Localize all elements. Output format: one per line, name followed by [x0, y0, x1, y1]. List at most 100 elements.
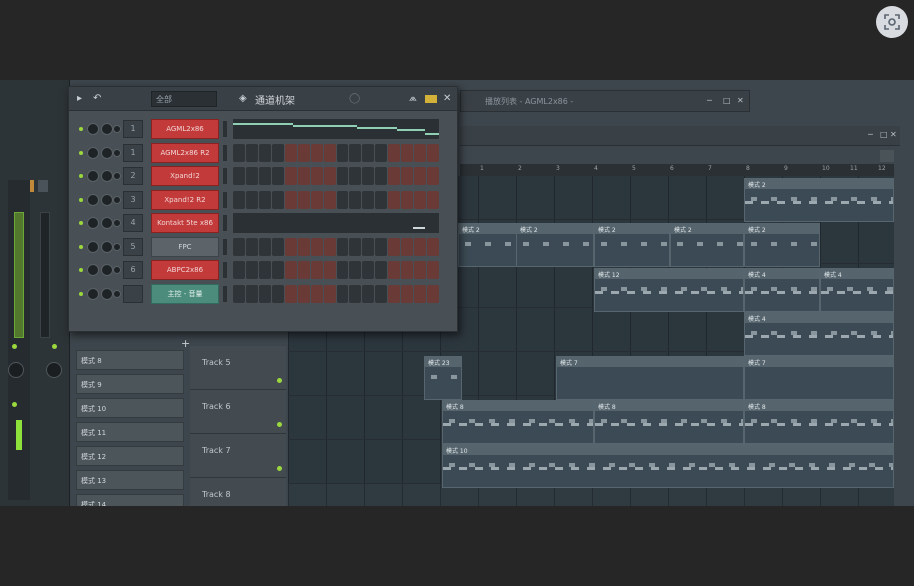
close-icon[interactable]: ✕ [890, 130, 897, 139]
help-icon[interactable]: ◯ [349, 93, 360, 104]
step-button[interactable] [388, 237, 401, 256]
pattern-item[interactable]: 模式 10 [76, 398, 184, 418]
channel-select-bar[interactable] [223, 215, 227, 231]
step-button[interactable] [401, 284, 414, 303]
channel-led-icon[interactable] [79, 291, 83, 296]
close-icon[interactable]: ✕ [737, 96, 744, 105]
mixer-track-number[interactable]: 1 [123, 143, 143, 162]
channel-name-button[interactable]: AGML2x86 [151, 119, 219, 139]
step-button[interactable] [297, 143, 310, 162]
pattern-item[interactable]: 模式 9 [76, 374, 184, 394]
step-button[interactable] [375, 237, 388, 256]
pattern-item[interactable]: 模式 12 [76, 446, 184, 466]
step-button[interactable] [388, 143, 401, 162]
playlist-title-bar[interactable]: 播放列表 - AGML2x86 - ─ □ ✕ [460, 90, 750, 112]
step-button[interactable] [349, 190, 362, 209]
track-header[interactable]: Track 7 [190, 434, 286, 478]
step-sequencer[interactable] [233, 284, 439, 303]
step-button[interactable] [349, 143, 362, 162]
pattern-item[interactable]: 模式 8 [76, 350, 184, 370]
volume-knob[interactable] [101, 170, 113, 182]
channel-row[interactable]: 2 Xpand!2 [77, 166, 449, 186]
step-button[interactable] [233, 190, 245, 209]
step-button[interactable] [310, 190, 323, 209]
track-led-icon[interactable] [277, 378, 282, 383]
step-button[interactable] [297, 261, 310, 279]
step-button[interactable] [336, 237, 349, 256]
channel-led-icon[interactable] [79, 197, 83, 202]
step-button[interactable] [323, 284, 336, 303]
step-button[interactable] [323, 167, 336, 185]
step-button[interactable] [258, 237, 271, 256]
channel-row[interactable]: 6 ABPC2x86 [77, 260, 449, 280]
step-button[interactable] [427, 190, 439, 209]
step-button[interactable] [271, 190, 284, 209]
pattern-clip[interactable]: 模式 2 [744, 178, 894, 222]
step-button[interactable] [349, 237, 362, 256]
step-button[interactable] [284, 190, 297, 209]
step-button[interactable] [362, 190, 375, 209]
step-button[interactable] [245, 143, 258, 162]
channel-led-icon[interactable] [79, 174, 83, 178]
step-button[interactable] [258, 167, 271, 185]
pattern-clip[interactable]: 模式 4 [820, 268, 894, 312]
step-button[interactable] [336, 284, 349, 303]
track-header[interactable]: Track 5 [190, 346, 286, 390]
pattern-clip[interactable]: 模式 8 [744, 400, 894, 444]
channel-select-bar[interactable] [223, 168, 227, 184]
volume-knob[interactable] [101, 287, 113, 300]
channel-fader[interactable] [40, 212, 50, 338]
pan-knob[interactable] [87, 193, 99, 206]
pan-knob[interactable] [87, 170, 99, 182]
mixer-track-knob[interactable] [113, 266, 121, 274]
channel-row[interactable]: 1 AGML2x86 R2 [77, 142, 449, 163]
step-button[interactable] [401, 167, 414, 185]
step-sequencer[interactable] [233, 261, 439, 279]
pattern-clip[interactable]: 模式 8 [594, 400, 744, 444]
step-button[interactable] [284, 261, 297, 279]
menu-arrow-icon[interactable]: ▸ [77, 93, 82, 104]
step-button[interactable] [375, 190, 388, 209]
pattern-clip[interactable]: 模式 2 [744, 223, 820, 267]
mixer-track-number[interactable]: 3 [123, 190, 143, 209]
step-button[interactable] [233, 237, 245, 256]
channel-led-icon[interactable] [79, 221, 83, 225]
channel-name-button[interactable]: AGML2x86 R2 [151, 142, 219, 163]
step-button[interactable] [258, 261, 271, 279]
volume-knob[interactable] [101, 217, 113, 229]
track-header[interactable]: Track 8 [190, 478, 286, 506]
step-button[interactable] [323, 190, 336, 209]
step-button[interactable] [245, 190, 258, 209]
step-button[interactable] [375, 143, 388, 162]
volume-knob[interactable] [101, 193, 113, 206]
step-button[interactable] [323, 261, 336, 279]
step-button[interactable] [233, 284, 245, 303]
minimize-icon[interactable]: ─ [868, 130, 873, 139]
step-button[interactable] [362, 237, 375, 256]
mixer-track-knob[interactable] [113, 195, 121, 204]
mixer-track-number[interactable]: 4 [123, 214, 143, 232]
step-button[interactable] [271, 167, 284, 185]
channel-led-icon[interactable] [79, 150, 83, 155]
pattern-clip[interactable]: 模式 4 [744, 312, 894, 356]
step-button[interactable] [323, 237, 336, 256]
pan-knob[interactable] [87, 123, 99, 135]
pattern-clip[interactable]: 模式 2 [670, 223, 744, 267]
channel-select-bar[interactable] [223, 238, 227, 255]
pattern-clip[interactable]: 模式 2 [594, 223, 670, 267]
undo-icon[interactable]: ↶ [93, 93, 101, 104]
mixer-track-knob[interactable] [113, 125, 121, 133]
step-button[interactable] [233, 143, 245, 162]
mixer-button[interactable] [38, 180, 48, 192]
step-button[interactable] [375, 261, 388, 279]
mixer-track-knob[interactable] [113, 289, 121, 298]
step-button[interactable] [245, 261, 258, 279]
pattern-clip[interactable]: 模式 12 [594, 268, 744, 312]
step-button[interactable] [401, 143, 414, 162]
step-button[interactable] [310, 143, 323, 162]
step-button[interactable] [245, 237, 258, 256]
step-button[interactable] [245, 167, 258, 185]
channel-row[interactable]: 主控 - 音量 [77, 283, 449, 304]
pattern-item[interactable]: 模式 14 [76, 494, 184, 506]
channel-name-button[interactable]: FPC [151, 236, 219, 257]
